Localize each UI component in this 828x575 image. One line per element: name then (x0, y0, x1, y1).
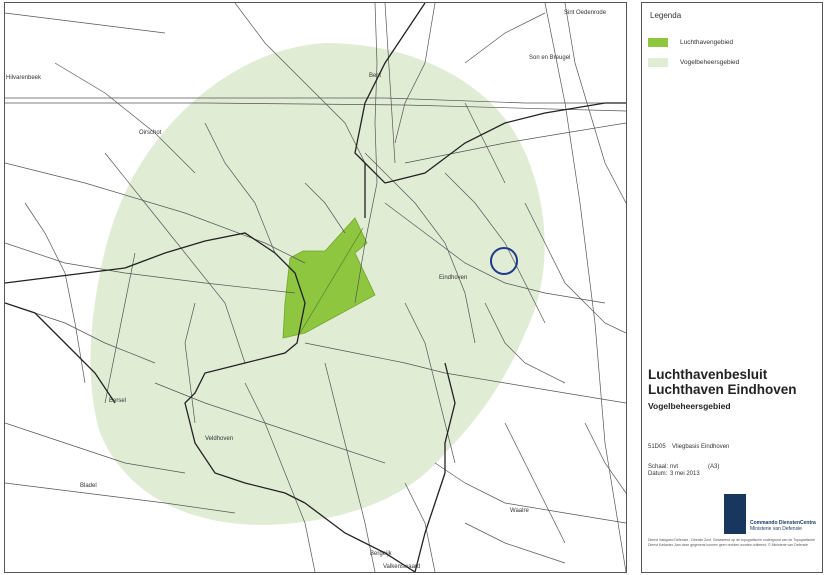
place-label-sint-oedenrode: Sint Oedenrode (564, 10, 607, 16)
legend-label: Luchthavengebied (680, 39, 734, 46)
place-label-waalre: Waalre (510, 508, 529, 514)
place-label-hilvarenbeek: Hilvarenbeek (6, 75, 42, 81)
place-label-best: Best (369, 73, 382, 79)
place-label-son-en-breugel: Son en Breugel (529, 55, 571, 61)
map-title-line1: Luchthavenbesluit (648, 367, 768, 382)
place-label-valkenswaard: Valkenswaard (383, 564, 421, 570)
place-label-veldhoven: Veldhoven (205, 436, 234, 442)
map-subtitle: Vogelbeheersgebied (648, 401, 731, 411)
legend-swatch-luchthavengebied (648, 38, 668, 47)
scale-value: nvt (670, 464, 679, 470)
map-canvas[interactable] (5, 3, 626, 572)
place-label-bergeijk: Bergeijk (370, 551, 392, 557)
scale-label: Schaal: (648, 464, 669, 470)
paper-size: (A3) (708, 464, 720, 470)
legend-item-vogelbeheersgebied: Vogelbeheersgebied (648, 58, 739, 67)
base-name: Vliegbasis Eindhoven (672, 444, 730, 450)
date-value: 3 mei 2013 (670, 471, 700, 477)
legend-label: Vogelbeheersgebied (680, 59, 740, 66)
map-panel[interactable]: Sint Oedenrode Best Son en Breugel Hilva… (4, 2, 627, 573)
legend-item-luchthavengebied: Luchthavengebied (648, 38, 733, 47)
map-code: 51D05 (648, 444, 666, 450)
disclaimer-text: Dienst Vastgoed Defensie - Directie Zuid… (648, 538, 816, 547)
legend-panel: Legenda Luchthavengebied Vogelbeheersgeb… (641, 2, 823, 573)
legend-swatch-vogelbeheersgebied (648, 58, 668, 67)
ministry-logo: Commando DienstenCentra Ministerie van D… (724, 494, 816, 534)
logo-text: Commando DienstenCentra Ministerie van D… (750, 520, 816, 532)
logo-line2: Ministerie van Defensie (750, 526, 802, 532)
map-title-line2: Luchthaven Eindhoven (648, 382, 797, 397)
place-label-bladel: Bladel (80, 483, 97, 489)
logo-emblem-icon (724, 494, 746, 534)
legend-title: Legenda (650, 11, 682, 20)
date-label: Datum: (648, 471, 668, 477)
place-label-eindhoven: Eindhoven (439, 275, 468, 281)
place-label-oirschot: Oirschot (139, 130, 162, 136)
place-label-eersel: Eersel (109, 398, 127, 404)
